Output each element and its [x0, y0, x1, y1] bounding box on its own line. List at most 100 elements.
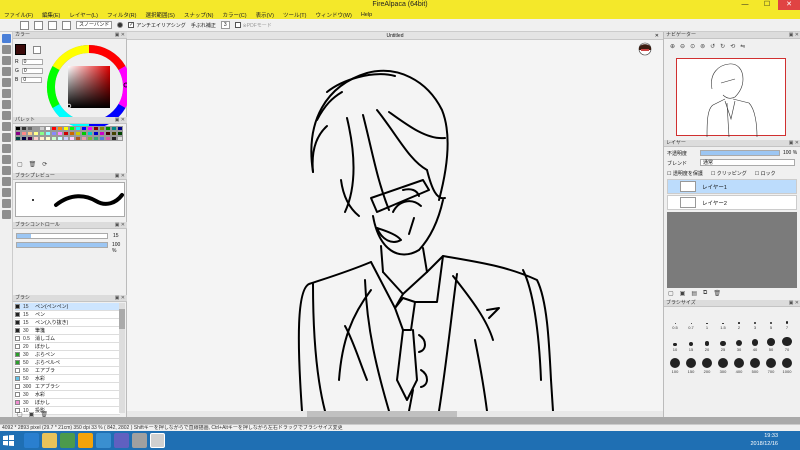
brush-dot-icon[interactable]: [117, 22, 124, 28]
brush-list-item[interactable]: 15 ペン: [15, 311, 120, 319]
palette-link-icon[interactable]: ⟳: [42, 161, 47, 168]
drawing-canvas[interactable]: [127, 40, 663, 411]
new-layer-icon[interactable]: ▢: [668, 290, 674, 297]
menu-file[interactable]: ファイル(F): [4, 11, 33, 19]
green-field[interactable]: 0: [21, 68, 43, 74]
rotate-right-icon[interactable]: ↻: [720, 43, 725, 50]
magic-wand-tool-icon[interactable]: [1, 133, 11, 142]
bucket-tool-icon[interactable]: [1, 89, 11, 98]
rotate-left-icon[interactable]: ↺: [710, 43, 715, 50]
snap-grid-icon[interactable]: [48, 20, 57, 30]
gradient-tool-icon[interactable]: [1, 100, 11, 109]
app3-icon[interactable]: [132, 433, 147, 448]
operation-tool-icon[interactable]: [1, 177, 11, 186]
canvas-horizontal-scrollbar[interactable]: [127, 411, 663, 417]
divide-tool-icon[interactable]: [1, 188, 11, 197]
brush-list-item[interactable]: 300 エアブラシ: [15, 383, 120, 391]
rotate-reset-icon[interactable]: ⟲: [730, 43, 735, 50]
ie-icon[interactable]: [24, 433, 39, 448]
brush-size-option[interactable]: 200: [699, 354, 715, 374]
brush-list-item[interactable]: 50 ぶらペルペ: [15, 359, 120, 367]
chrome-icon[interactable]: [78, 433, 93, 448]
brush-list-item[interactable]: 30 ぶらペン: [15, 351, 120, 359]
palette-swatch[interactable]: [117, 136, 123, 141]
menu-help[interactable]: Help: [361, 12, 372, 18]
palette-grid[interactable]: [15, 126, 125, 141]
brush-size-option[interactable]: 10: [667, 332, 683, 352]
clipping-checkbox[interactable]: ☐ クリッピング: [711, 170, 747, 177]
canvas-scroll-thumb[interactable]: [307, 411, 457, 417]
brush-list-item[interactable]: 30 水彩: [15, 391, 120, 399]
snap-mode-select[interactable]: スノーバンド: [76, 21, 113, 29]
palette-delete-icon[interactable]: 🗑: [29, 161, 37, 168]
brush-opacity-slider[interactable]: [16, 242, 108, 248]
flip-horizontal-icon[interactable]: ⇋: [740, 43, 745, 50]
brush-folder-icon[interactable]: ▣: [29, 411, 35, 418]
menu-tool[interactable]: ツール(T): [283, 11, 307, 19]
brush-list-item[interactable]: 20 ぼかし: [15, 343, 120, 351]
transform-tool-icon[interactable]: [1, 67, 11, 76]
brush-size-option[interactable]: 70: [779, 332, 795, 352]
duplicate-layer-icon[interactable]: ⧉: [703, 290, 707, 297]
blue-field[interactable]: 0: [21, 77, 43, 83]
media-icon[interactable]: [60, 433, 75, 448]
correction-select[interactable]: 3: [220, 21, 230, 29]
pdf-mode-checkbox[interactable]: ※PDFモード: [234, 22, 272, 29]
brush-size-option[interactable]: 400: [731, 354, 747, 374]
brush-size-option[interactable]: 20: [699, 332, 715, 352]
lock-checkbox[interactable]: ☐ ロック: [755, 170, 776, 177]
brush-size-option[interactable]: 1: [699, 310, 715, 330]
brush-list-item[interactable]: 50 水彩: [15, 375, 120, 383]
select-pen-tool-icon[interactable]: [1, 144, 11, 153]
menu-filter[interactable]: フィルタ(R): [107, 11, 137, 19]
brush-list-scroll-thumb[interactable]: [119, 309, 125, 329]
brush-add-icon[interactable]: ▢: [17, 411, 23, 418]
menu-snap[interactable]: スナップ(N): [184, 11, 214, 19]
zoom-fit-icon[interactable]: ⊙: [690, 43, 695, 50]
brush-size-option[interactable]: 7: [779, 310, 795, 330]
layer-row-2[interactable]: レイヤー2: [667, 195, 797, 210]
background-color-swatch[interactable]: [33, 46, 41, 54]
app-icon[interactable]: [96, 433, 111, 448]
firealpaca-taskbar-icon[interactable]: [150, 433, 165, 448]
menu-color[interactable]: カラー(C): [222, 11, 246, 19]
brush-size-option[interactable]: 15: [683, 332, 699, 352]
zoom-out-icon[interactable]: ⊖: [680, 43, 685, 50]
windows-start-icon[interactable]: [2, 434, 15, 447]
fill-tool-icon[interactable]: [1, 78, 11, 87]
brush-size-option[interactable]: 40: [747, 332, 763, 352]
hand-tool-icon[interactable]: [1, 210, 11, 219]
brush-list-item[interactable]: 15 ペン(入り抜き): [15, 319, 120, 327]
canvas-area[interactable]: Untitled ✕: [127, 32, 663, 417]
brush-size-option[interactable]: 1.5: [715, 310, 731, 330]
zoom-in-icon[interactable]: ⊕: [670, 43, 675, 50]
brush-size-option[interactable]: 100: [667, 354, 683, 374]
navigator-thumbnail[interactable]: [676, 58, 786, 138]
menu-view[interactable]: 表示(V): [256, 11, 274, 19]
brush-size-option[interactable]: 30: [731, 332, 747, 352]
lasso-tool-icon[interactable]: [1, 122, 11, 131]
snap-parallel-icon[interactable]: [34, 20, 43, 30]
layer-opacity-slider[interactable]: [700, 150, 780, 156]
minimize-button[interactable]: —: [734, 0, 756, 10]
brush-list-item[interactable]: 0.5 消しゴム: [15, 335, 120, 343]
delete-layer-icon[interactable]: 🗑: [713, 290, 721, 297]
menu-window[interactable]: ウィンドウ(W): [315, 11, 351, 19]
red-field[interactable]: 0: [21, 59, 43, 65]
close-button[interactable]: ✕: [778, 0, 800, 10]
brush-size-option[interactable]: 1000: [779, 354, 795, 374]
menu-edit[interactable]: 編集(E): [42, 11, 60, 19]
brush-size-option[interactable]: 25: [715, 332, 731, 352]
brush-delete-icon[interactable]: 🗑: [40, 411, 48, 418]
app2-icon[interactable]: [114, 433, 129, 448]
select-tool-icon[interactable]: [1, 111, 11, 120]
menu-select[interactable]: 選択範囲(S): [145, 11, 174, 19]
brush-list-item[interactable]: 30 ぼかし: [15, 399, 120, 407]
select-eraser-tool-icon[interactable]: [1, 155, 11, 164]
explorer-icon[interactable]: [42, 433, 57, 448]
brush-list-item[interactable]: 50 エアブラ: [15, 367, 120, 375]
brush-size-option[interactable]: 2: [731, 310, 747, 330]
brush-size-option[interactable]: 300: [715, 354, 731, 374]
brush-size-option[interactable]: 0.7: [683, 310, 699, 330]
pen-tool-icon[interactable]: [1, 34, 11, 43]
